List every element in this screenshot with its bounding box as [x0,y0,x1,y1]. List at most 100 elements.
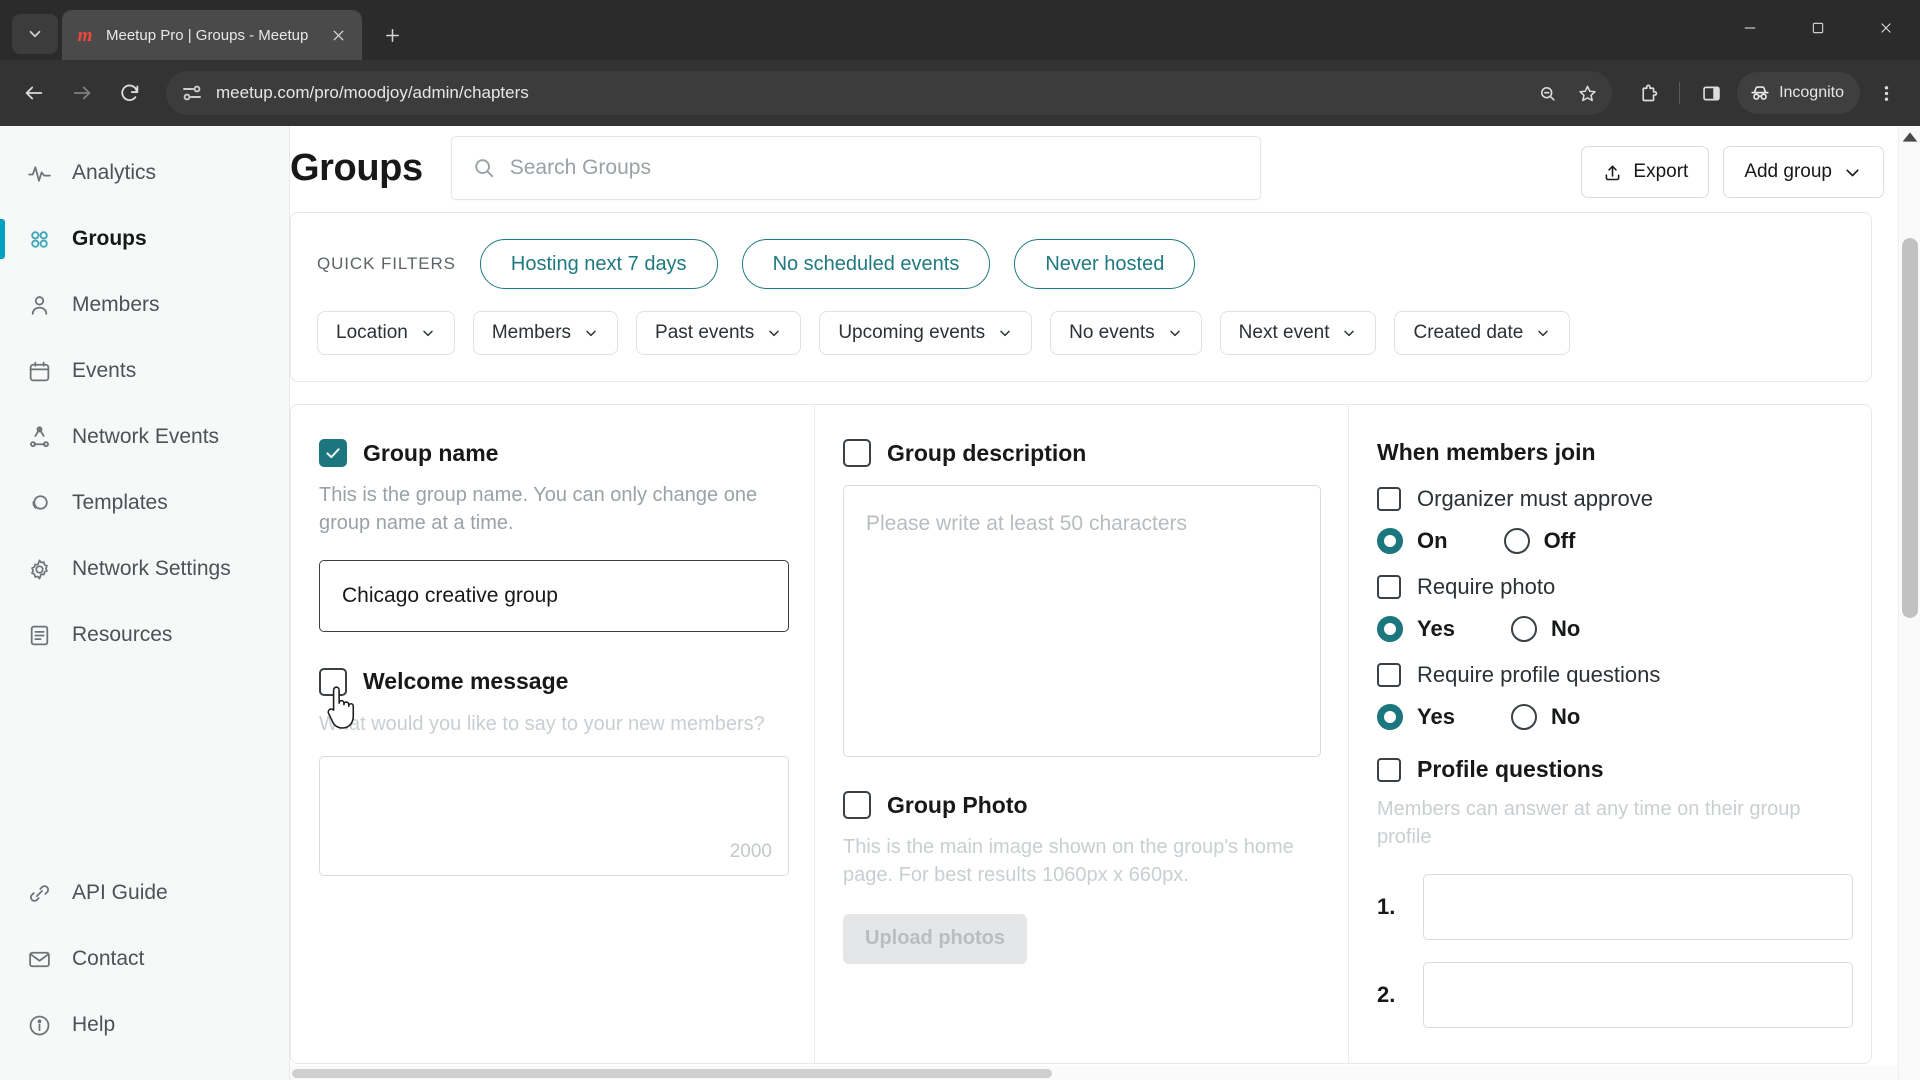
group-name-checkbox[interactable] [319,439,347,467]
export-button[interactable]: Export [1581,146,1710,198]
filter-created-date[interactable]: Created date [1394,311,1571,355]
side-panel-button[interactable] [1689,71,1733,115]
puzzle-icon [1641,84,1657,101]
active-indicator [0,219,5,259]
filter-next-event[interactable]: Next event [1219,311,1377,355]
sidebar-item-events[interactable]: Events [0,338,289,404]
add-group-button[interactable]: Add group [1723,146,1884,198]
group-name-value: Chicago creative group [342,583,558,607]
quick-filter-never-hosted[interactable]: Never hosted [1014,239,1196,289]
tab-search-button[interactable] [12,14,58,54]
tab-title: Meetup Pro | Groups - Meetup [106,26,309,44]
gear-icon [26,556,52,582]
sidebar-item-label: Templates [72,491,168,514]
organizer-approve-label: Organizer must approve [1417,486,1653,511]
welcome-message-input[interactable]: 2000 [319,756,789,877]
sidebar-item-label: Analytics [72,161,157,184]
site-settings-icon[interactable] [180,81,204,105]
radio-on[interactable] [1377,528,1403,554]
radio-no-label: No [1550,704,1581,729]
quick-filter-hosting-next-7-days[interactable]: Hosting next 7 days [479,239,718,289]
reload-button[interactable] [108,71,152,115]
radio-no[interactable] [1510,616,1537,642]
require-photo-checkbox[interactable] [1377,575,1401,599]
export-label: Export [1633,161,1689,182]
group-name-helper: This is the group name. You can only cha… [319,484,758,535]
require-photo-group: Require photo Yes No [1377,574,1853,642]
filter-past-events[interactable]: Past events [636,311,802,355]
quick-filter-no-scheduled-events[interactable]: No scheduled events [741,239,991,289]
close-tab-icon[interactable] [326,23,350,47]
sidebar-item-contact[interactable]: Contact [0,926,290,992]
group-description-textarea[interactable]: Please write at least 50 characters [843,485,1321,757]
scroll-up-button[interactable] [1899,126,1920,148]
maximize-button[interactable] [1784,0,1852,56]
vertical-scrollbar-thumb[interactable] [1902,238,1918,618]
group-description-placeholder: Please write at least 50 characters [866,512,1187,535]
radio-yes[interactable] [1377,704,1403,730]
radio-yes-label: Yes [1417,616,1455,641]
reload-icon [121,84,139,102]
profile-question-input-2[interactable] [1423,961,1853,1028]
zoom-out-icon[interactable] [1530,76,1564,110]
require-profile-questions-checkbox[interactable] [1377,663,1401,687]
new-tab-button[interactable] [372,15,412,55]
minimize-button[interactable] [1716,0,1784,56]
chrome-menu-button[interactable] [1864,71,1908,115]
filter-label: Upcoming events [838,322,986,343]
group-description-checkbox[interactable] [843,439,871,467]
organizer-approve-header: Organizer must approve [1377,486,1853,512]
welcome-message-checkbox[interactable] [319,667,347,696]
back-button[interactable] [12,71,56,115]
magnifier-minus-icon [1540,86,1555,101]
forward-button[interactable] [60,71,104,115]
close-window-button[interactable] [1852,0,1920,56]
group-name-input[interactable]: Chicago creative group [319,559,789,632]
filter-location[interactable]: Location [317,311,455,355]
sidebar-item-analytics[interactable]: Analytics [0,140,289,206]
sidebar-item-network-settings[interactable]: Network Settings [0,536,289,602]
group-photo-checkbox[interactable] [843,791,871,819]
browser-tab[interactable]: m Meetup Pro | Groups - Meetup [62,10,362,60]
vertical-scrollbar[interactable] [1898,126,1920,1080]
sidebar-item-groups[interactable]: Groups [0,206,289,272]
radio-no[interactable] [1510,704,1537,730]
horizontal-scrollbar[interactable] [290,1066,1898,1080]
incognito-indicator[interactable]: Incognito [1737,72,1860,114]
search-groups-input[interactable]: Search Groups [450,136,1261,200]
sidebar-item-label: Contact [72,947,145,970]
horizontal-scrollbar-thumb[interactable] [292,1069,1052,1078]
upload-photos-button[interactable]: Upload photos [843,913,1027,964]
sidebar-item-members[interactable]: Members [0,272,289,338]
address-bar[interactable]: meetup.com/pro/moodjoy/admin/chapters [166,71,1613,115]
profile-question-input-1[interactable] [1423,873,1853,940]
sidebar-item-api-guide[interactable]: API Guide [0,860,290,926]
require-photo-radios: Yes No [1377,616,1853,642]
filter-members[interactable]: Members [472,311,619,355]
group-description-label: Group description [887,439,1087,466]
filter-upcoming-events[interactable]: Upcoming events [819,311,1033,355]
extensions-button[interactable] [1626,71,1670,115]
calendar-icon [26,358,52,384]
profile-questions-header: Profile questions [1377,756,1853,783]
organizer-approve-group: Organizer must approve On Off [1377,486,1853,554]
sidebar-item-help[interactable]: Help [0,992,290,1058]
filter-label: No events [1069,322,1155,343]
group-description-header: Group description [843,439,1320,467]
organizer-approve-checkbox[interactable] [1377,487,1401,511]
profile-questions-checkbox[interactable] [1377,757,1401,782]
page-viewport: Analytics Groups Members Events Network … [0,126,1920,1080]
bookmark-icon[interactable] [1570,76,1604,110]
radio-off[interactable] [1503,528,1530,554]
sidebar-item-templates[interactable]: Templates [0,470,289,536]
maximize-icon [1812,22,1824,34]
sidebar-item-label: Groups [72,227,147,250]
sidebar-item-resources[interactable]: Resources [0,602,289,668]
welcome-message-helper: What would you like to say to your new m… [319,712,765,735]
radio-yes[interactable] [1377,616,1403,642]
filter-no-events[interactable]: No events [1050,311,1202,355]
chevron-down-icon [586,330,596,337]
arrow-left-icon [25,86,43,100]
welcome-message-counter: 2000 [729,841,772,863]
sidebar-item-network-events[interactable]: Network Events [0,404,289,470]
